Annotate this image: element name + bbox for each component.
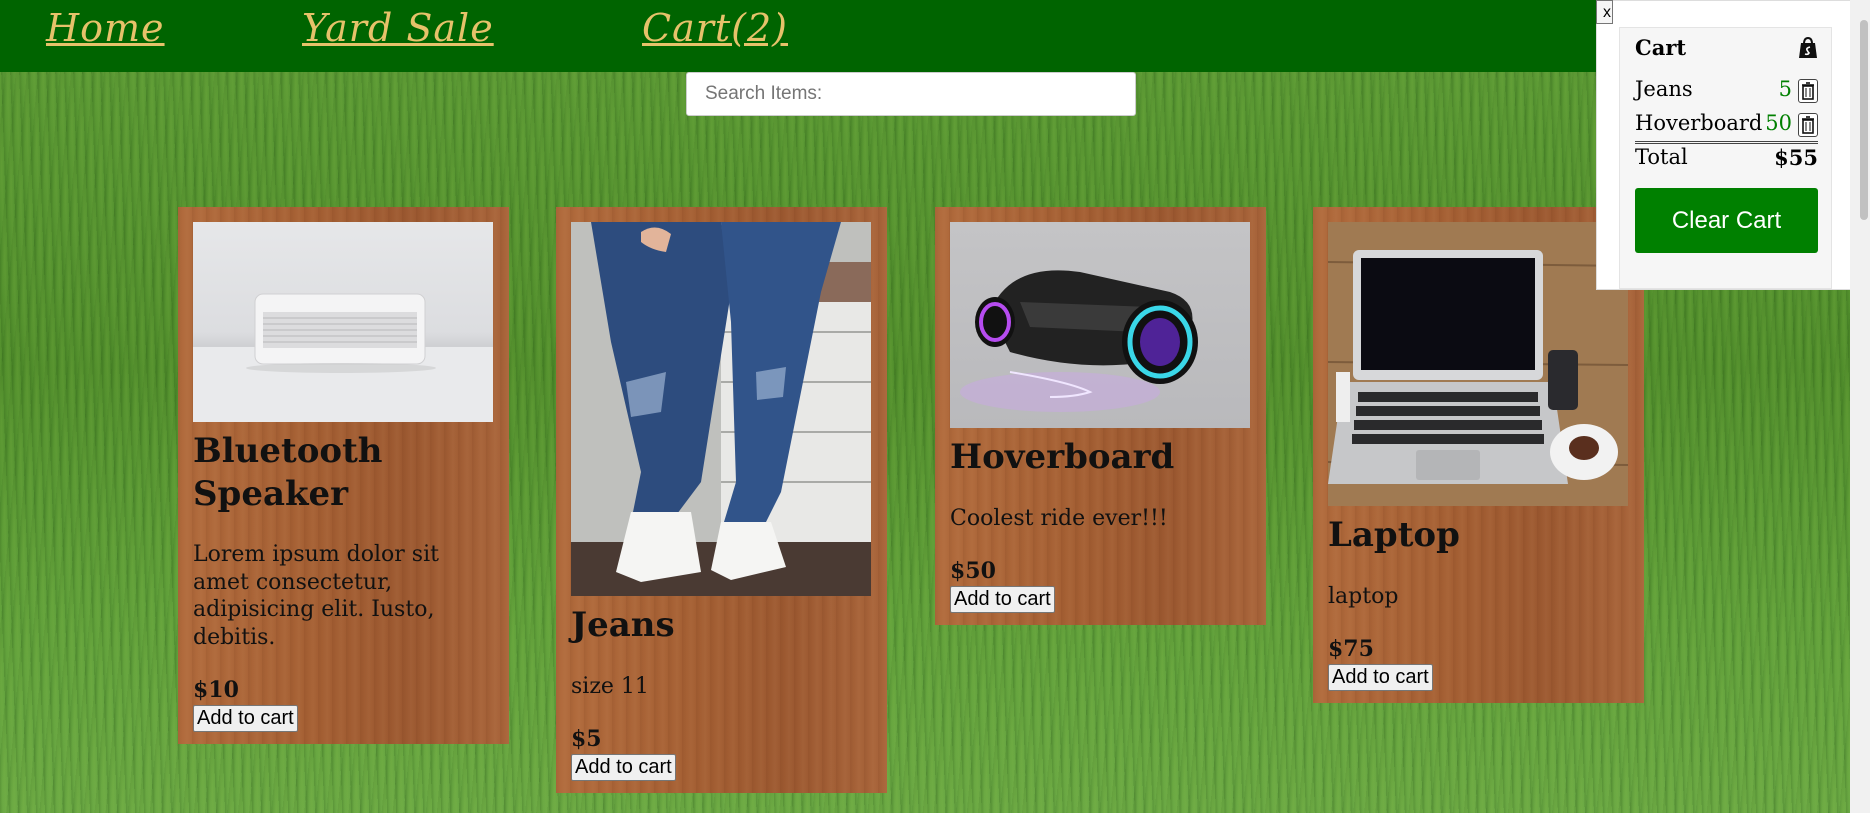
clear-cart-button[interactable]: Clear Cart <box>1635 188 1818 253</box>
product-title: Bluetooth Speaker <box>193 431 383 514</box>
nav-home-link[interactable]: Home <box>46 6 165 50</box>
add-to-cart-button[interactable]: Add to cart <box>950 586 1055 613</box>
product-title: Laptop <box>1328 515 1460 555</box>
product-card-bluetooth-speaker: Bluetooth Speaker Lorem ipsum dolor sit … <box>178 207 509 744</box>
product-description: Lorem ipsum dolor sit amet consectetur, … <box>193 542 439 650</box>
shopping-bag-icon <box>1798 36 1818 64</box>
cart-total-row: Total $55 <box>1635 145 1818 175</box>
product-title: Hoverboard <box>950 437 1175 477</box>
cart-close-button[interactable]: x <box>1596 0 1613 24</box>
cart-item-hoverboard: Hoverboard 50 <box>1635 111 1818 144</box>
trash-icon[interactable] <box>1798 79 1818 103</box>
cart-item-name: Jeans <box>1635 77 1693 101</box>
product-description: laptop <box>1328 583 1399 609</box>
trash-icon[interactable] <box>1798 113 1818 137</box>
top-navbar: Home Yard Sale Cart(2) <box>0 0 1870 72</box>
product-price: $50 <box>950 558 996 584</box>
cart-title: Cart <box>1635 35 1687 60</box>
cart-item-qty: 50 <box>1765 111 1792 135</box>
product-card-hoverboard: Hoverboard Coolest ride ever!!! $50 Add … <box>935 207 1266 625</box>
product-title: Jeans <box>571 605 675 645</box>
speaker-image <box>193 222 493 422</box>
hoverboard-image <box>950 222 1250 428</box>
search-input[interactable] <box>686 72 1136 116</box>
cart-item-name: Hoverboard <box>1635 111 1763 135</box>
add-to-cart-button[interactable]: Add to cart <box>1328 664 1433 691</box>
laptop-image <box>1328 222 1628 506</box>
cart-total-label: Total <box>1635 145 1688 169</box>
nav-cart-link[interactable]: Cart(2) <box>642 6 788 50</box>
cart-item-jeans: Jeans 5 <box>1635 77 1818 107</box>
product-card-laptop: Laptop laptop $75 Add to cart <box>1313 207 1644 703</box>
add-to-cart-button[interactable]: Add to cart <box>193 705 298 732</box>
cart-header: Cart <box>1635 35 1818 65</box>
page-scrollbar-thumb[interactable] <box>1860 20 1868 220</box>
product-price: $75 <box>1328 636 1374 662</box>
nav-yard-sale-link[interactable]: Yard Sale <box>302 6 494 50</box>
product-price: $10 <box>193 677 239 703</box>
product-description: Coolest ride ever!!! <box>950 505 1168 531</box>
jeans-image <box>571 222 871 596</box>
product-card-jeans: Jeans size 11 $5 Add to cart <box>556 207 887 793</box>
product-description: size 11 <box>571 673 649 699</box>
cart-total-value: $55 <box>1774 145 1818 170</box>
cart-item-qty: 5 <box>1778 77 1792 101</box>
add-to-cart-button[interactable]: Add to cart <box>571 754 676 781</box>
product-price: $5 <box>571 726 602 752</box>
